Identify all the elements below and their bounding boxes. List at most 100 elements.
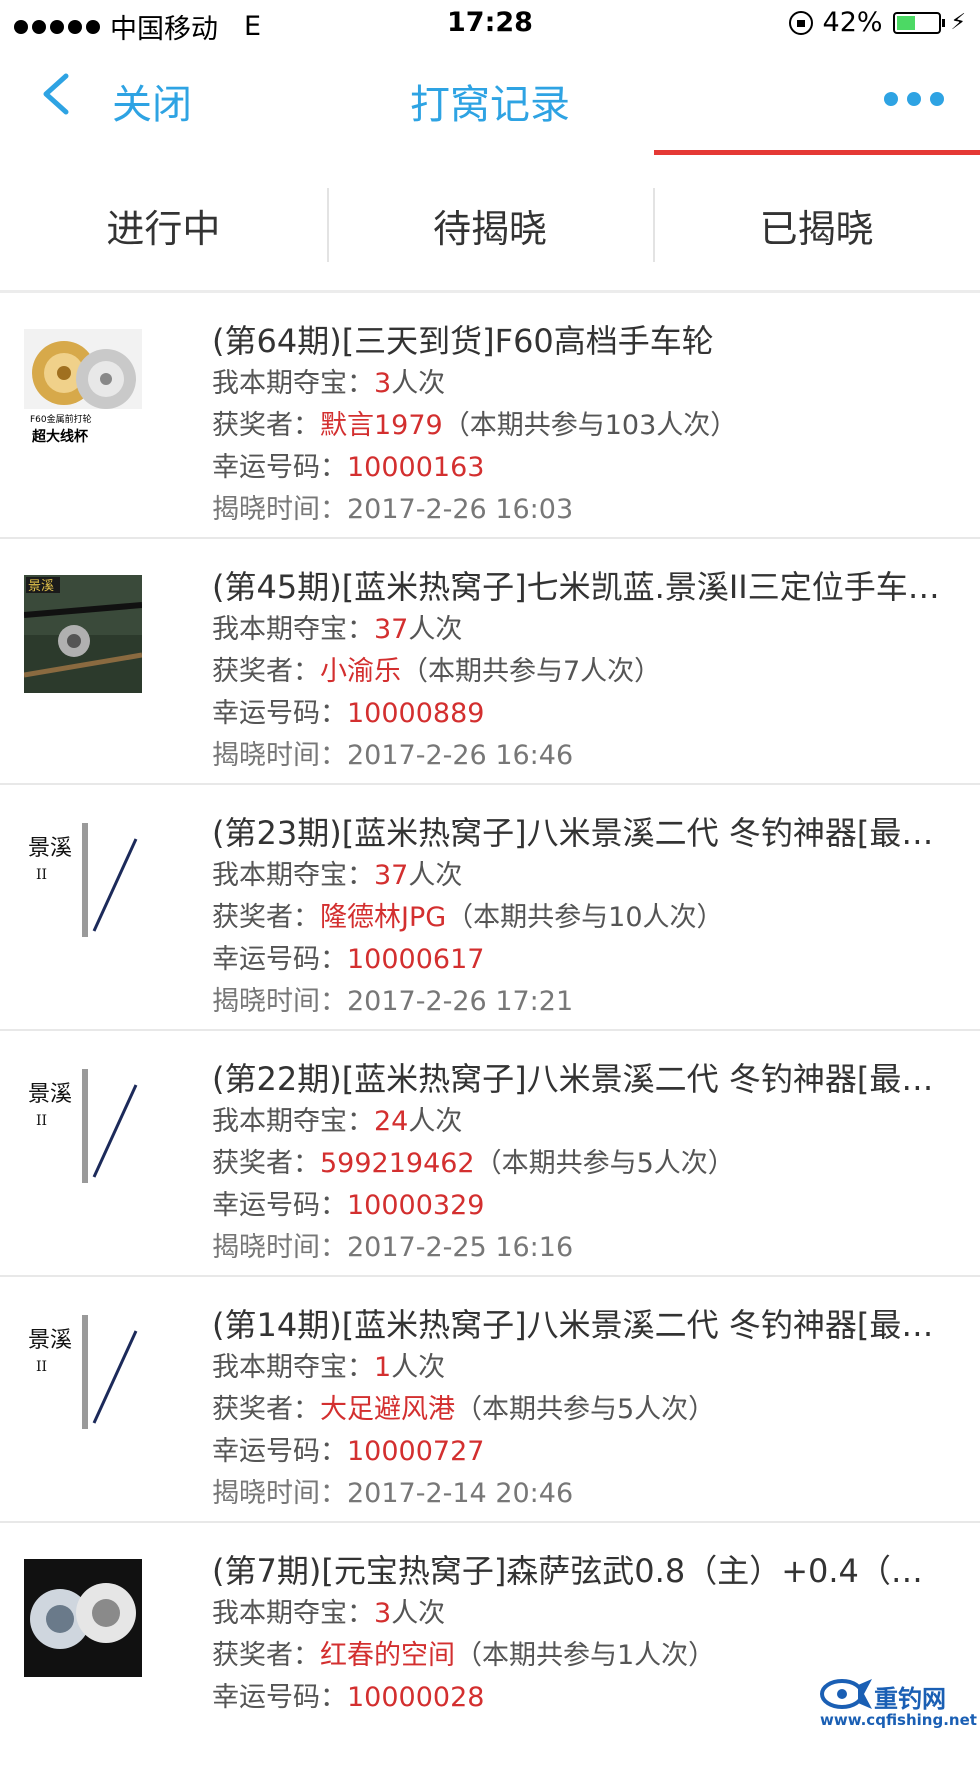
battery-icon: [892, 11, 945, 34]
reveal-time: 2017-2-26 16:46: [347, 740, 574, 771]
my-participation-line: 我本期夺宝：1人次: [212, 1347, 952, 1389]
item-title: (第64期)[三天到货]F60高档手车轮: [212, 322, 714, 360]
reveal-time-label: 揭晓时间：: [212, 1232, 347, 1263]
lucky-number-label: 幸运号码：: [212, 944, 347, 975]
rod-sub-caption: II: [36, 867, 47, 883]
list-item[interactable]: 景溪 II (第22期)[蓝米热窝子]八米景溪二代 冬钓神器[最… 我本期夺宝：…: [0, 1031, 980, 1277]
winner-label: 获奖者：: [212, 656, 320, 687]
lucky-number-line: 幸运号码：10000163: [212, 447, 952, 489]
participation-unit: 人次: [408, 860, 463, 891]
tab-in-progress[interactable]: 进行中: [0, 160, 327, 290]
reveal-time-line: 揭晓时间：2017-2-26 16:03: [212, 489, 952, 531]
reveal-time-line: 揭晓时间：2017-2-14 20:46: [212, 1473, 952, 1515]
rod-caption: 景溪: [28, 836, 72, 861]
participation-unit: 人次: [408, 614, 463, 645]
reel-caption-2: 超大线杯: [31, 428, 89, 445]
reveal-time-line: 揭晓时间：2017-2-26 17:21: [212, 981, 952, 1023]
tab-pending[interactable]: 待揭晓: [326, 160, 654, 290]
reel-caption-1: F60金属前打轮: [30, 413, 92, 425]
list-item[interactable]: F60金属前打轮 超大线杯 (第64期)[三天到货]F60高档手车轮 我本期夺宝…: [0, 293, 980, 539]
winner-name: 默言1979: [320, 410, 443, 441]
my-participation-line: 我本期夺宝：37人次: [212, 855, 952, 897]
product-thumbnail: 景溪 II: [24, 821, 142, 939]
lucky-number: 10000727: [347, 1436, 485, 1467]
lucky-number-line: 幸运号码：10000727: [212, 1431, 952, 1473]
reveal-time-label: 揭晓时间：: [212, 986, 347, 1017]
reveal-time: 2017-2-25 16:16: [347, 1232, 574, 1263]
lucky-number: 10000617: [347, 944, 485, 975]
lucky-number-label: 幸运号码：: [212, 1682, 347, 1713]
item-title: (第14期)[蓝米热窝子]八米景溪二代 冬钓神器[最…: [212, 1306, 934, 1344]
my-participation-line: 我本期夺宝：3人次: [212, 363, 952, 405]
status-right: 42% ⚡: [788, 7, 966, 38]
battery-percent: 42%: [822, 7, 883, 38]
winner-line: 获奖者：599219462（本期共参与5人次）: [212, 1143, 952, 1185]
my-participation-label: 我本期夺宝：: [212, 860, 374, 891]
my-participation-count: 1: [374, 1352, 392, 1383]
winner-name: 大足避风港: [320, 1394, 455, 1425]
winner-name: 红春的空间: [320, 1640, 455, 1671]
my-participation-label: 我本期夺宝：: [212, 614, 374, 645]
winner-line: 获奖者：小渝乐（本期共参与7人次）: [212, 651, 952, 693]
winner-label: 获奖者：: [212, 1148, 320, 1179]
reveal-time: 2017-2-26 17:21: [347, 986, 574, 1017]
my-participation-label: 我本期夺宝：: [212, 1352, 374, 1383]
product-thumbnail: 景溪 II: [24, 1313, 142, 1431]
product-thumbnail: F60金属前打轮 超大线杯: [24, 329, 142, 447]
item-title: (第7期)[元宝热窝子]森萨弦武0.8（主）+0.4（子…: [212, 1552, 952, 1590]
watermark-brand: 重钓网: [874, 1685, 946, 1713]
lucky-number-line: 幸运号码：10000329: [212, 1185, 952, 1227]
tab-revealed[interactable]: 已揭晓: [653, 160, 980, 290]
reveal-time: 2017-2-14 20:46: [347, 1478, 574, 1509]
my-participation-label: 我本期夺宝：: [212, 1598, 374, 1629]
nav-bar: 关闭 打窝记录: [0, 48, 980, 140]
reveal-time-label: 揭晓时间：: [212, 740, 347, 771]
winner-name: 599219462: [320, 1148, 475, 1179]
list-item[interactable]: 景溪 II (第14期)[蓝米热窝子]八米景溪二代 冬钓神器[最… 我本期夺宝：…: [0, 1277, 980, 1523]
my-participation-count: 3: [374, 1598, 392, 1629]
total-participation: （本期共参与10人次）: [446, 902, 724, 933]
lucky-number-label: 幸运号码：: [212, 452, 347, 483]
participation-unit: 人次: [391, 1598, 446, 1629]
my-participation-count: 37: [374, 860, 409, 891]
lucky-number-line: 幸运号码：10000617: [212, 939, 952, 981]
participation-unit: 人次: [391, 368, 446, 399]
lucky-number-label: 幸运号码：: [212, 1436, 347, 1467]
product-thumbnail: [24, 1559, 142, 1677]
my-participation-count: 24: [374, 1106, 409, 1137]
list-item[interactable]: 景溪 (第45期)[蓝米热窝子]七米凯蓝.景溪II三定位手车… 我本期夺宝：37…: [0, 539, 980, 785]
watermark-url: www.cqfishing.net: [820, 1711, 977, 1729]
more-options-icon[interactable]: [884, 92, 944, 106]
winner-label: 获奖者：: [212, 1394, 320, 1425]
watermark-logo-icon: [820, 1679, 872, 1709]
rotation-lock-icon: [788, 10, 813, 35]
participation-unit: 人次: [391, 1352, 446, 1383]
rod-box-caption: 景溪: [28, 579, 54, 594]
reveal-time-line: 揭晓时间：2017-2-26 16:46: [212, 735, 952, 777]
rod-sub-caption: II: [36, 1113, 47, 1129]
my-participation-label: 我本期夺宝：: [212, 368, 374, 399]
lucky-number-label: 幸运号码：: [212, 1190, 347, 1221]
my-participation-count: 37: [374, 614, 409, 645]
winner-name: 隆德林JPG: [320, 902, 447, 933]
lucky-number-label: 幸运号码：: [212, 698, 347, 729]
active-tab-indicator: [654, 150, 980, 155]
total-participation: （本期共参与7人次）: [401, 656, 662, 687]
my-participation-line: 我本期夺宝：24人次: [212, 1101, 952, 1143]
charging-bolt-icon: ⚡: [950, 10, 966, 35]
product-thumbnail: 景溪 II: [24, 1067, 142, 1185]
rod-caption: 景溪: [28, 1082, 72, 1107]
item-title: (第22期)[蓝米热窝子]八米景溪二代 冬钓神器[最…: [212, 1060, 934, 1098]
product-thumbnail: 景溪: [24, 575, 142, 693]
total-participation: （本期共参与5人次）: [474, 1148, 735, 1179]
total-participation: （本期共参与5人次）: [455, 1394, 716, 1425]
winner-label: 获奖者：: [212, 902, 320, 933]
lucky-number-line: 幸运号码：10000889: [212, 693, 952, 735]
tab-bar: 进行中 待揭晓 已揭晓: [0, 160, 980, 290]
record-list: F60金属前打轮 超大线杯 (第64期)[三天到货]F60高档手车轮 我本期夺宝…: [0, 293, 980, 1769]
lucky-number: 10000889: [347, 698, 485, 729]
winner-line: 获奖者：红春的空间（本期共参与1人次）: [212, 1635, 952, 1677]
list-item[interactable]: 景溪 II (第23期)[蓝米热窝子]八米景溪二代 冬钓神器[最… 我本期夺宝：…: [0, 785, 980, 1031]
rod-sub-caption: II: [36, 1359, 47, 1375]
my-participation-line: 我本期夺宝：37人次: [212, 609, 952, 651]
